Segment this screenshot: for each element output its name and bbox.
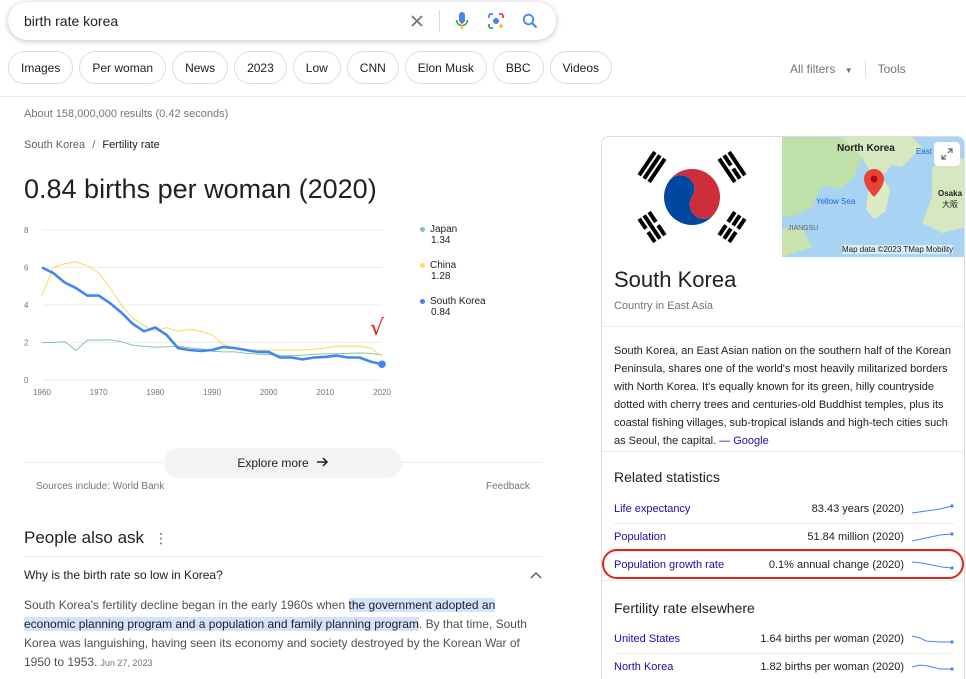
y-tick-label: 8 — [24, 226, 29, 235]
x-tick-label: 1980 — [146, 388, 164, 397]
chevron-up-icon[interactable] — [530, 568, 542, 582]
red-checkmark-annotation: √ — [370, 316, 385, 341]
x-tick-label: 2000 — [260, 388, 278, 397]
chip-2023[interactable]: 2023 — [234, 51, 287, 84]
all-filters-button[interactable]: All filters ▼ — [790, 62, 853, 76]
search-icon[interactable] — [516, 7, 544, 35]
map-label-osaka-jp: 大阪 — [942, 200, 958, 209]
headline-value: 0.84 births per woman (2020) — [24, 174, 377, 204]
arrow-right-icon — [316, 456, 329, 470]
y-tick-label: 6 — [24, 264, 29, 273]
sparkline-icon — [912, 664, 954, 671]
south-korea-flag-image[interactable] — [602, 137, 782, 257]
divider — [864, 61, 866, 77]
clear-icon[interactable] — [403, 7, 431, 35]
map-label-jiangsu: JIANGSU — [788, 225, 819, 232]
divider — [602, 326, 964, 327]
map-label-osaka: Osaka — [938, 189, 963, 198]
filters-bar: All filters ▼ Tools — [790, 61, 906, 77]
knowledge-panel: North Korea East S Yellow Sea Osaka 大阪 J… — [601, 136, 965, 679]
location-map[interactable]: North Korea East S Yellow Sea Osaka 大阪 J… — [782, 137, 964, 257]
fertility-row-north-korea[interactable]: North Korea 1.82 births per woman (2020) — [602, 653, 964, 679]
paa-answer: South Korea's fertility decline began in… — [24, 598, 527, 669]
y-tick-label: 2 — [24, 339, 29, 348]
x-tick-label: 1960 — [33, 388, 51, 397]
legend-item-south-korea[interactable]: South Korea 0.84 — [420, 296, 486, 318]
paa-heading: People also ask ⋮ — [24, 528, 169, 547]
y-tick-label: 4 — [24, 301, 29, 310]
chip-per-woman[interactable]: Per woman — [79, 51, 167, 84]
legend-item-japan[interactable]: Japan 1.34 — [420, 224, 486, 246]
chip-news[interactable]: News — [172, 51, 229, 84]
sparkline-icon — [912, 532, 954, 542]
expand-icon — [941, 148, 953, 160]
endpoint-dot-south-korea — [378, 360, 386, 369]
legend-item-china[interactable]: China 1.28 — [420, 260, 486, 282]
breadcrumb-sep: / — [92, 139, 96, 151]
breadcrumb-current: Fertility rate — [102, 139, 160, 151]
related-stats-heading: Related statistics — [614, 469, 720, 485]
description-source-link[interactable]: — Google — [719, 435, 769, 447]
kp-subtitle: Country in East Asia — [614, 300, 714, 312]
x-tick-label: 2010 — [316, 388, 334, 397]
fertility-row-united-states[interactable]: United States 1.64 births per woman (202… — [602, 625, 964, 653]
sparkline-icon — [912, 635, 954, 644]
divider — [602, 451, 964, 452]
series-line-china — [41, 261, 383, 357]
fertility-elsewhere-heading: Fertility rate elsewhere — [614, 600, 755, 616]
chip-bbc[interactable]: BBC — [492, 51, 544, 84]
more-options-icon[interactable]: ⋮ — [154, 530, 168, 546]
stat-row-population[interactable]: Population 51.84 million (2020) — [602, 523, 964, 551]
red-highlight-annotation — [602, 549, 964, 579]
chip-low[interactable]: Low — [292, 51, 341, 84]
kp-description: South Korea, an East Asian nation on the… — [614, 345, 951, 447]
sources-note: Sources include: World Bank — [36, 481, 165, 492]
legend-dot — [420, 298, 425, 304]
legend-dot — [420, 262, 425, 268]
breadcrumb-parent[interactable]: South Korea — [24, 139, 85, 151]
divider — [24, 556, 542, 557]
chip-cnn[interactable]: CNN — [346, 51, 399, 84]
x-tick-label: 1970 — [90, 388, 108, 397]
search-input[interactable] — [24, 13, 397, 29]
filter-chips: Images Per woman News 2023 Low CNN Elon … — [8, 51, 612, 84]
stat-row-life-expectancy[interactable]: Life expectancy 83.43 years (2020) — [602, 495, 964, 523]
legend-dot — [420, 226, 425, 232]
map-expand-button[interactable] — [934, 142, 960, 166]
sparkline-icon — [912, 504, 954, 514]
series-line-south-korea — [41, 266, 383, 366]
map-label-north-korea: North Korea — [837, 143, 895, 154]
fertility-line-chart[interactable]: 0 2 4 6 8 1960 1970 1980 1990 2000 2010 2020 — [20, 220, 400, 400]
explore-more-button[interactable]: Explore more — [164, 448, 402, 478]
camera-lens-icon[interactable] — [482, 7, 510, 35]
caret-down-icon: ▼ — [844, 66, 853, 75]
chart-legend: Japan 1.34 China 1.28 South Korea 0.84 — [420, 224, 486, 328]
feedback-link[interactable]: Feedback — [486, 481, 530, 492]
kp-title: South Korea — [614, 267, 737, 292]
divider — [439, 10, 440, 32]
chip-images[interactable]: Images — [8, 51, 74, 84]
microphone-icon[interactable] — [448, 7, 476, 35]
breadcrumb: South Korea / Fertility rate — [24, 139, 160, 151]
chip-videos[interactable]: Videos — [549, 51, 612, 84]
map-credit: Map data ©2023 TMap Mobility — [842, 245, 954, 254]
divider — [0, 96, 966, 97]
search-bar[interactable] — [8, 2, 556, 40]
x-tick-label: 2020 — [373, 388, 391, 397]
divider — [602, 580, 964, 581]
map-label-yellow-sea: Yellow Sea — [816, 197, 856, 206]
x-tick-label: 1990 — [203, 388, 221, 397]
result-stats: About 158,000,000 results (0.42 seconds) — [24, 108, 229, 120]
y-tick-label: 0 — [24, 376, 29, 385]
answer-date: Jun 27, 2023 — [100, 658, 153, 668]
tools-button[interactable]: Tools — [878, 62, 906, 76]
chip-elon-musk[interactable]: Elon Musk — [404, 51, 487, 84]
paa-question[interactable]: Why is the birth rate so low in Korea? — [24, 568, 542, 582]
